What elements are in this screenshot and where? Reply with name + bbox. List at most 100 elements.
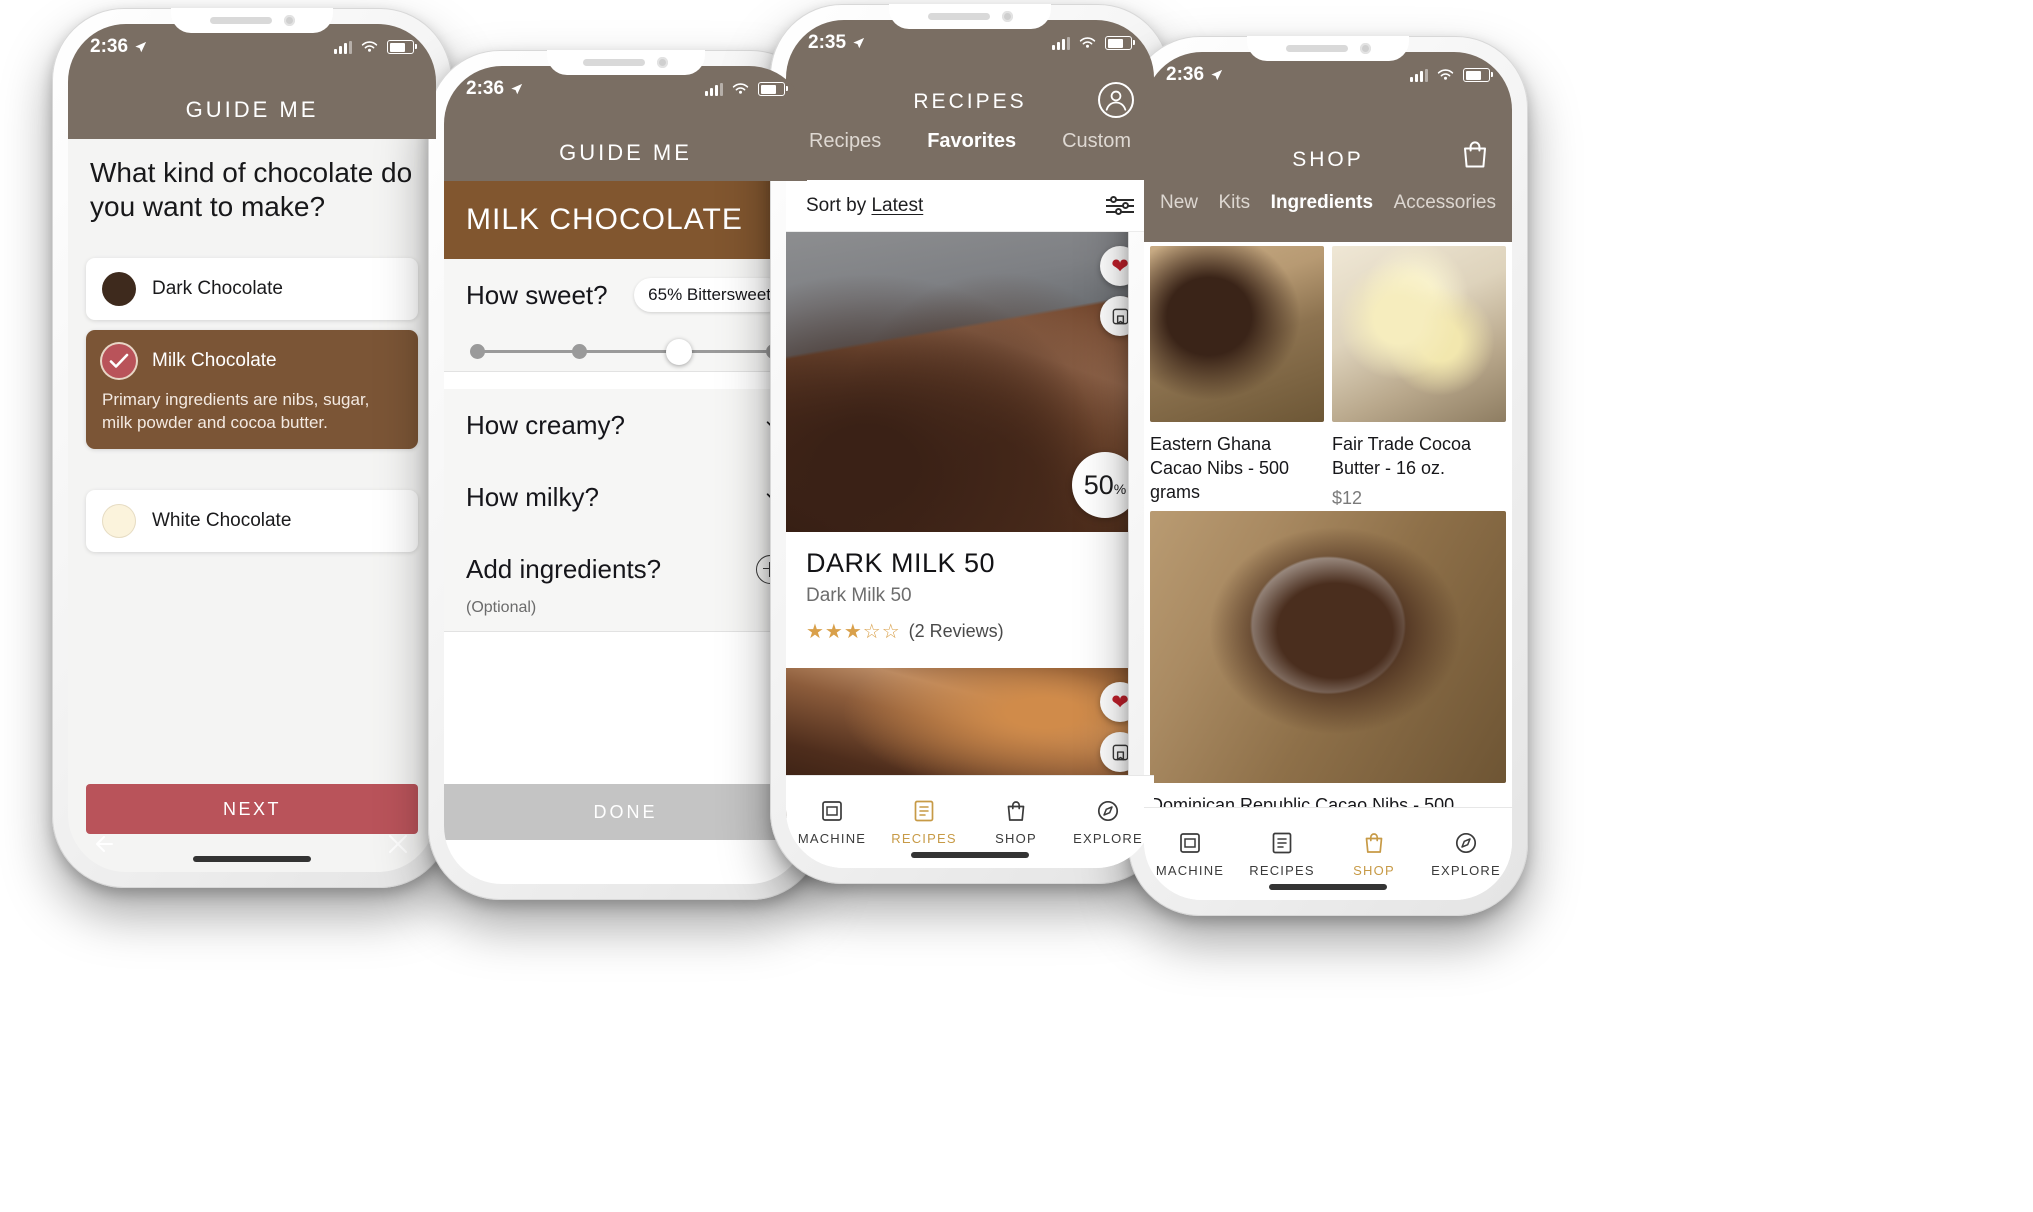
account-icon[interactable] bbox=[1098, 82, 1134, 118]
category-accessories[interactable]: Accessories bbox=[1394, 192, 1496, 214]
category-new[interactable]: New bbox=[1160, 192, 1198, 214]
category-ingredients[interactable]: Ingredients bbox=[1271, 192, 1373, 214]
option-label: Dark Chocolate bbox=[152, 278, 283, 299]
product-image bbox=[1150, 246, 1324, 422]
slider-tick-mid bbox=[571, 344, 587, 359]
section-how-milky[interactable]: How milky? bbox=[444, 461, 807, 534]
tab-recipes[interactable]: Recipes bbox=[809, 130, 881, 153]
recipe-photo: ❤ 50% bbox=[786, 232, 1154, 532]
section-header: How milky? bbox=[466, 461, 785, 533]
phone-4-shop-ingredients: 2:36 SHOP New Kits Ingredients Accessori… bbox=[1128, 36, 1528, 916]
status-time: 2:36 bbox=[90, 36, 129, 57]
explore-compass-icon bbox=[1455, 832, 1477, 854]
status-left: 2:36 bbox=[1166, 64, 1224, 86]
sweetness-value-badge[interactable]: 65% Bittersweet bbox=[634, 278, 785, 312]
recipe-card[interactable]: ❤ 50% DARK MILK 50 Dark Milk 50 ★★★☆☆ (2… bbox=[786, 232, 1154, 658]
page-title: SHOP bbox=[1292, 148, 1364, 171]
sweetness-slider[interactable] bbox=[468, 331, 783, 371]
section-header: How sweet? 65% Bittersweet bbox=[466, 259, 785, 331]
status-left: 2:35 bbox=[808, 32, 866, 54]
tab-favorites[interactable]: Favorites bbox=[927, 130, 1016, 153]
phone-3-recipes-favorites: 2:35 RECIPES Recipes Favorites Custom So… bbox=[770, 4, 1170, 884]
earpiece-speaker bbox=[1285, 45, 1348, 52]
filter-sliders-icon[interactable] bbox=[1106, 196, 1134, 215]
status-right bbox=[705, 82, 788, 96]
location-arrow-icon bbox=[853, 37, 865, 48]
machine-icon bbox=[822, 801, 842, 821]
review-count: (2 Reviews) bbox=[908, 621, 1004, 641]
section-header: Add ingredients? bbox=[466, 533, 785, 605]
front-camera bbox=[657, 57, 668, 68]
nibs-in-burlap-sack-image bbox=[1150, 246, 1324, 422]
category-kits[interactable]: Kits bbox=[1219, 192, 1251, 214]
battery-icon bbox=[1105, 36, 1135, 50]
recipe-rating: ★★★☆☆ (2 Reviews) bbox=[806, 619, 1134, 644]
section-subtitle: (Optional) bbox=[466, 599, 537, 616]
earpiece-speaker bbox=[583, 59, 645, 66]
tab-custom[interactable]: Custom bbox=[1062, 130, 1131, 153]
explore-compass-icon bbox=[1097, 800, 1119, 822]
tab-machine[interactable]: MACHINE bbox=[1144, 808, 1236, 900]
section-question: How milky? bbox=[466, 481, 599, 512]
home-indicator bbox=[1269, 884, 1387, 890]
location-arrow-icon bbox=[135, 41, 147, 52]
status-left: 2:36 bbox=[466, 78, 524, 100]
sort-prefix: Sort by bbox=[806, 194, 872, 216]
heart-icon: ❤ bbox=[1111, 254, 1129, 278]
option-label: Milk Chocolate bbox=[152, 350, 277, 371]
tab-label: SHOP bbox=[1353, 863, 1395, 878]
sort-value[interactable]: Latest bbox=[871, 195, 923, 216]
phone-2-notch bbox=[546, 50, 705, 75]
hero-title: MILK CHOCOLATE bbox=[466, 203, 743, 236]
earpiece-speaker bbox=[927, 13, 990, 20]
option-description: Primary ingredients are nibs, sugar, mil… bbox=[102, 390, 370, 433]
status-time: 2:36 bbox=[1166, 64, 1205, 85]
status-time: 2:35 bbox=[808, 32, 847, 53]
section-how-sweet[interactable]: How sweet? 65% Bittersweet bbox=[444, 259, 807, 372]
product-name: Dominican Republic Cacao Nibs - 500 gram… bbox=[1150, 795, 1455, 808]
sort-label: Sort by Latest bbox=[806, 195, 923, 217]
cellular-signal-icon bbox=[1410, 68, 1428, 82]
tab-label: SHOP bbox=[995, 831, 1037, 846]
shopping-bag-icon[interactable] bbox=[1458, 138, 1492, 172]
phone-3-screen: 2:35 RECIPES Recipes Favorites Custom So… bbox=[786, 20, 1154, 868]
front-camera bbox=[283, 15, 295, 26]
cellular-signal-icon bbox=[705, 82, 723, 96]
section-how-creamy[interactable]: How creamy? bbox=[444, 389, 807, 462]
phone-3-notch bbox=[889, 4, 1051, 29]
product-card[interactable]: Fair Trade Cocoa Butter - 16 oz. $12 bbox=[1332, 246, 1506, 511]
tab-explore[interactable]: EXPLORE bbox=[1420, 808, 1512, 900]
product-name: Fair Trade Cocoa Butter - 16 oz. bbox=[1332, 434, 1472, 478]
question-title: What kind of chocolate do you want to ma… bbox=[90, 157, 413, 223]
option-white-chocolate[interactable]: White Chocolate bbox=[86, 490, 418, 552]
option-row: Dark Chocolate bbox=[102, 272, 402, 306]
recipe-title: DARK MILK 50 bbox=[806, 548, 996, 578]
phone-1-guide-me-chocolate-type: 2:36 GUIDE ME What kind of chocolate do … bbox=[52, 8, 452, 888]
option-dark-chocolate[interactable]: Dark Chocolate bbox=[86, 258, 418, 320]
earpiece-speaker bbox=[209, 17, 272, 24]
slider-tick-start bbox=[470, 344, 485, 359]
back-arrow-icon[interactable] bbox=[462, 836, 502, 876]
product-card[interactable]: Eastern Ghana Cacao Nibs - 500 grams bbox=[1150, 246, 1324, 511]
tab-explore[interactable]: EXPLORE bbox=[1062, 776, 1154, 868]
battery-icon bbox=[758, 82, 788, 96]
page-title: GUIDE ME bbox=[559, 140, 692, 165]
segmented-control: Recipes Favorites Custom bbox=[786, 130, 1154, 153]
section-question: How creamy? bbox=[466, 409, 625, 440]
next-button[interactable]: NEXT bbox=[86, 784, 418, 834]
tab-machine[interactable]: MACHINE bbox=[786, 776, 878, 868]
option-milk-chocolate-selected[interactable]: Milk Chocolate Primary ingredients are n… bbox=[86, 330, 418, 449]
product-name: Eastern Ghana Cacao Nibs - 500 grams bbox=[1150, 434, 1290, 502]
bookmark-icon bbox=[1112, 744, 1128, 760]
product-card[interactable]: Dominican Republic Cacao Nibs - 500 gram… bbox=[1150, 511, 1506, 808]
option-label: White Chocolate bbox=[152, 510, 292, 531]
done-button[interactable]: DONE bbox=[444, 784, 807, 840]
sort-bar: Sort by Latest bbox=[786, 180, 1154, 232]
recipe-subtitle: Dark Milk 50 bbox=[806, 585, 912, 606]
section-add-ingredients[interactable]: Add ingredients? (Optional) bbox=[444, 533, 807, 632]
slider-thumb[interactable] bbox=[666, 339, 693, 365]
percent-value: 50 bbox=[1083, 470, 1114, 500]
battery-icon bbox=[387, 40, 417, 54]
phone-2-screen: 2:36 GUIDE ME MILK CHOCOLATE How sweet? … bbox=[444, 66, 807, 884]
page-title: GUIDE ME bbox=[185, 97, 319, 122]
